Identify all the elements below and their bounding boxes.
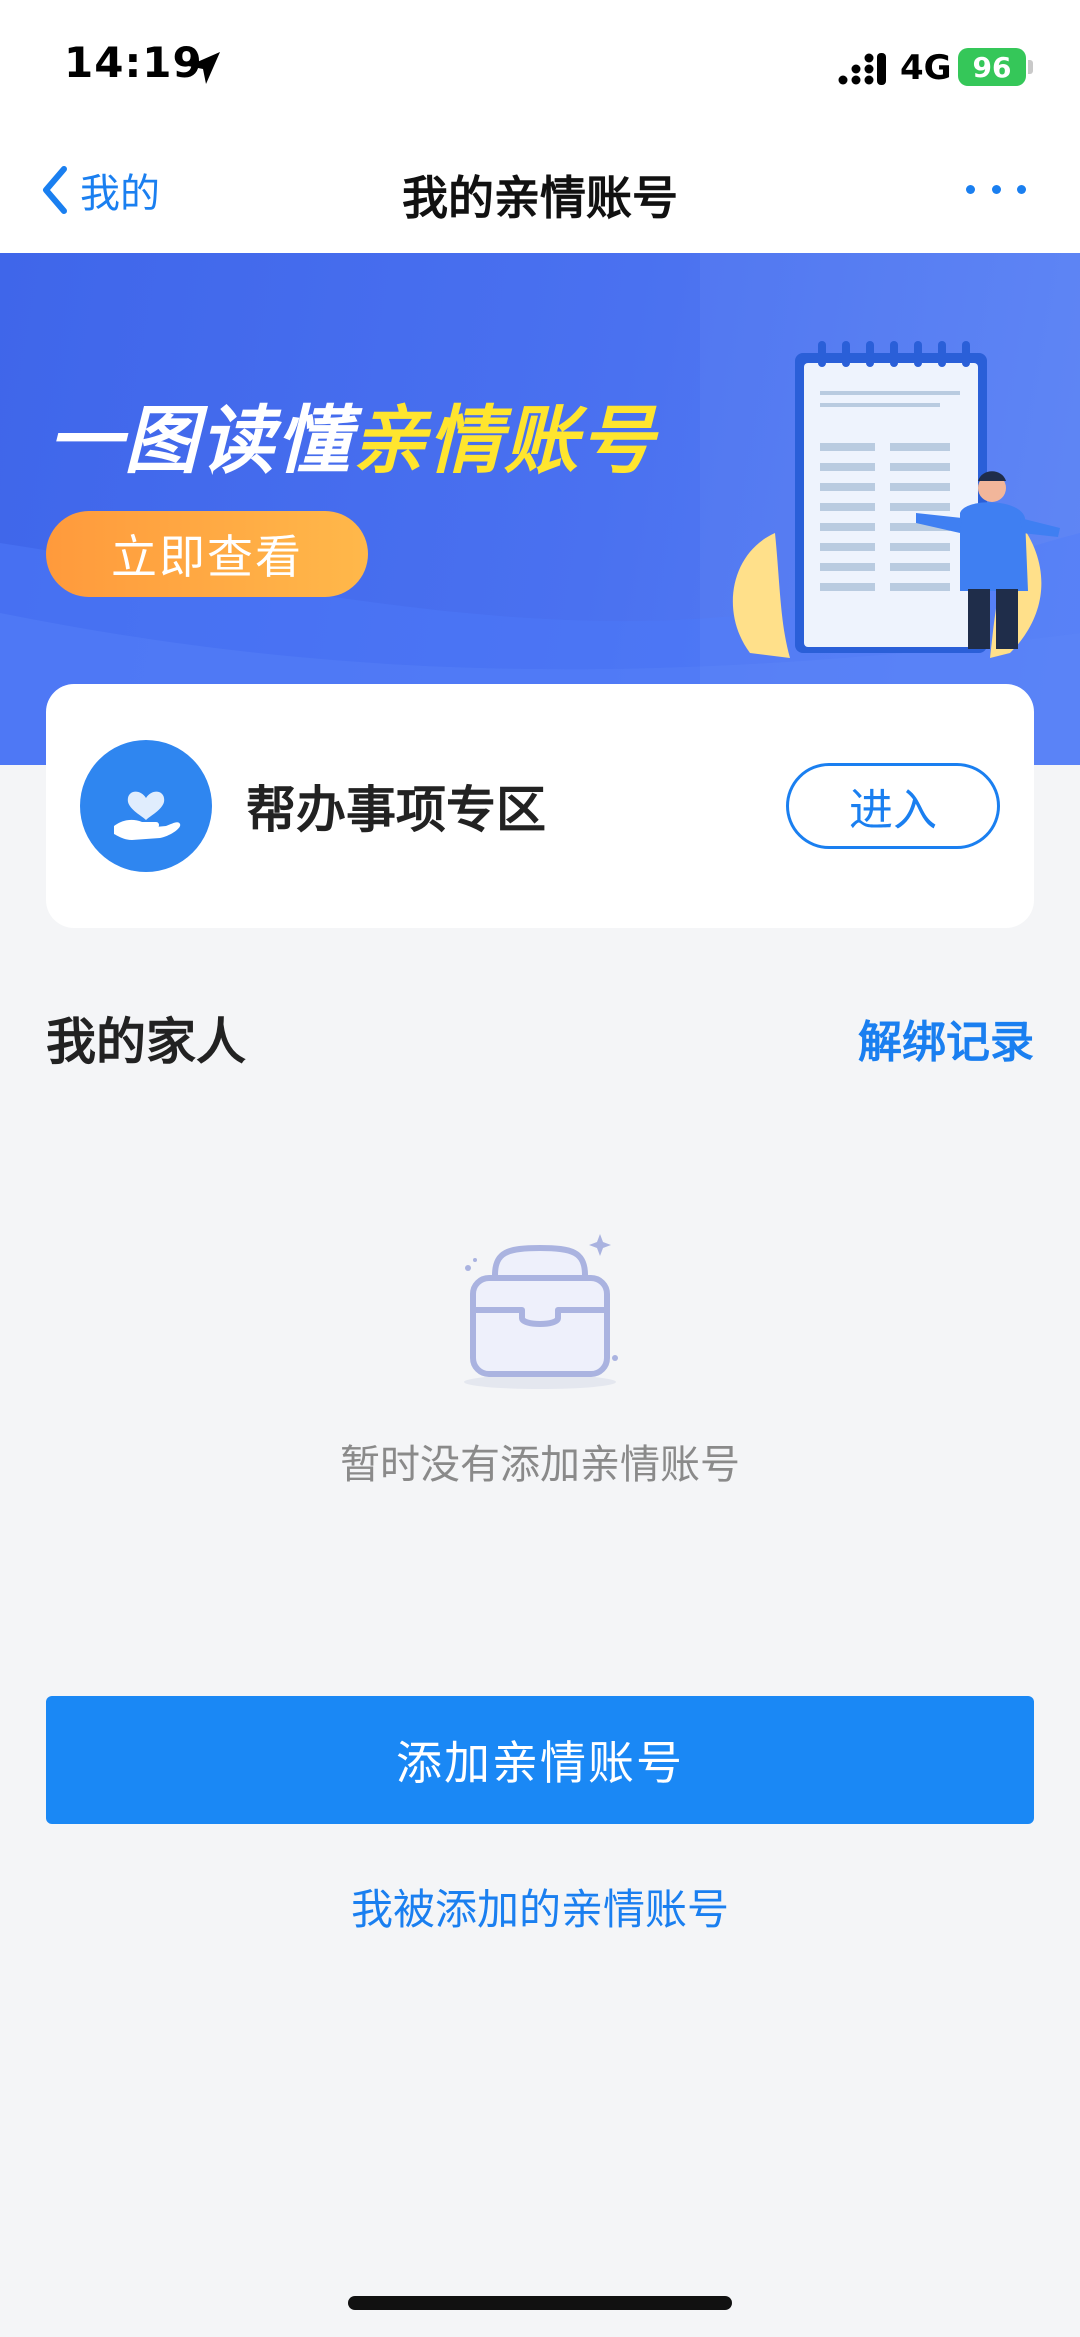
more-dot-icon bbox=[966, 184, 975, 194]
location-arrow-icon bbox=[188, 52, 220, 84]
battery-icon: 96 bbox=[958, 48, 1026, 86]
battery-cap bbox=[1028, 60, 1033, 74]
banner-headline: 一图读懂亲情账号 bbox=[48, 381, 656, 488]
more-button[interactable] bbox=[966, 174, 1026, 204]
family-section-title: 我的家人 bbox=[46, 1013, 246, 1071]
notebook-person-illustration bbox=[732, 341, 1060, 658]
unbind-records-link[interactable]: 解绑记录 bbox=[858, 1006, 1034, 1070]
page: 14:19 4G 96 我的 我的亲情账号 一图读懂亲情账号 立即查看 帮办事项… bbox=[0, 0, 1080, 2337]
battery-level: 96 bbox=[972, 50, 1012, 84]
more-dot-icon bbox=[1017, 184, 1026, 194]
status-time: 14:19 bbox=[64, 38, 203, 87]
add-family-account-button[interactable]: 添加亲情账号 bbox=[46, 1696, 1034, 1824]
empty-inbox-icon bbox=[464, 1234, 618, 1389]
banner-headline-yellow: 亲情账号 bbox=[352, 398, 656, 484]
added-by-others-link[interactable]: 我被添加的亲情账号 bbox=[0, 1876, 1080, 1937]
hand-heart-icon bbox=[80, 740, 212, 872]
more-dot-icon bbox=[991, 184, 1001, 194]
banner-headline-white: 一图读懂 bbox=[48, 398, 352, 484]
hand-heart-glyph bbox=[114, 791, 181, 840]
home-indicator[interactable] bbox=[348, 2296, 732, 2310]
view-now-button[interactable]: 立即查看 bbox=[46, 511, 368, 597]
enter-button[interactable]: 进入 bbox=[786, 763, 1000, 849]
signal-icon bbox=[838, 53, 886, 85]
empty-state-text: 暂时没有添加亲情账号 bbox=[340, 1442, 740, 1488]
help-service-card: 帮办事项专区 进入 bbox=[46, 684, 1034, 928]
status-bar: 14:19 4G 96 bbox=[0, 0, 1080, 130]
page-title: 我的亲情账号 bbox=[402, 171, 678, 225]
service-title: 帮办事项专区 bbox=[246, 781, 546, 839]
network-label: 4G bbox=[900, 48, 952, 88]
nav-bar: 我的 我的亲情账号 bbox=[0, 130, 1080, 253]
